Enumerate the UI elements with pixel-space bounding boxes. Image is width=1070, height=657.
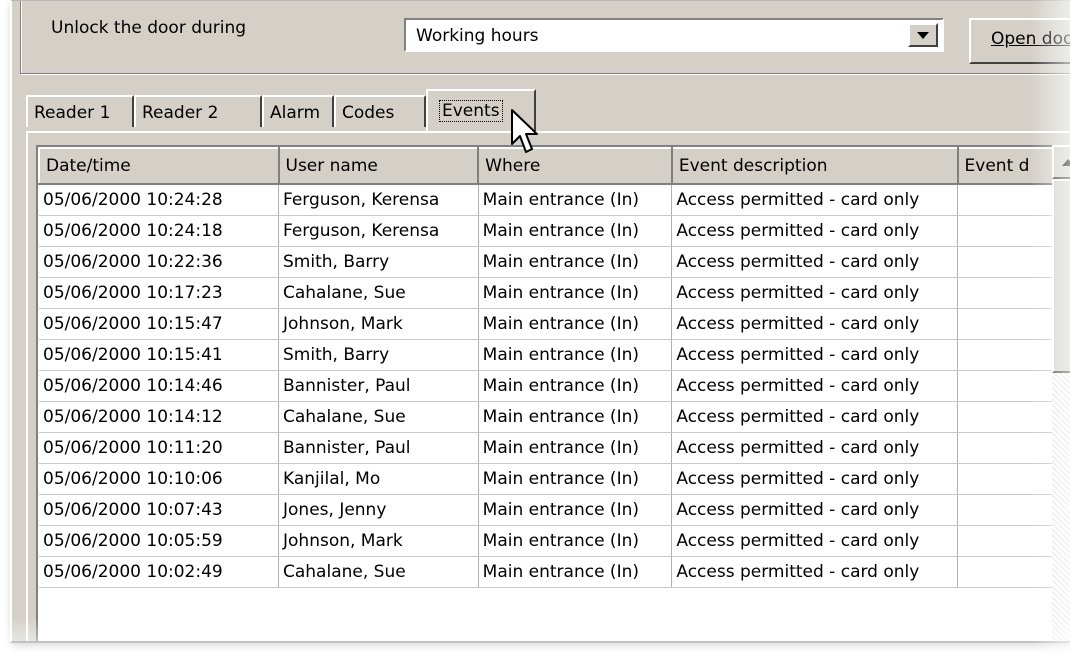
cell-user-name: Jones, Jenny [278,494,479,526]
scroll-up-button[interactable] [1052,145,1070,179]
table-row[interactable]: 05/06/2000 10:24:18 Ferguson, Kerensa Main… [39,215,1070,247]
cell-where: Main entrance (In) [478,401,673,433]
cell-datetime: 05/06/2000 10:07:43 [39,494,279,526]
cell-user-name: Bannister, Paul [278,370,479,402]
cell-event-description: Access permitted - card only [671,525,959,557]
cell-datetime: 05/06/2000 10:15:41 [39,339,279,371]
cell-datetime: 05/06/2000 10:24:28 [39,184,279,216]
cell-datetime: 05/06/2000 10:22:36 [39,246,279,278]
cell-datetime: 05/06/2000 10:11:20 [39,432,279,464]
cell-event-description: Access permitted - card only [671,463,959,495]
tab-label: Alarm [270,103,321,123]
tab-reader-2[interactable]: Reader 2 [134,95,262,127]
scroll-thumb[interactable] [1052,179,1070,373]
cell-datetime: 05/06/2000 10:05:59 [39,525,279,557]
cell-where: Main entrance (In) [478,308,673,340]
cell-datetime: 05/06/2000 10:14:12 [39,401,279,433]
cell-where: Main entrance (In) [478,494,673,526]
table-row[interactable]: 05/06/2000 10:22:36 Smith, Barry Main entr… [39,246,1070,278]
cell-event-description: Access permitted - card only [671,277,959,309]
scroll-up-arrow-icon [1062,158,1070,166]
tab-alarm[interactable]: Alarm [262,95,334,127]
column-header-event-description[interactable]: Event description [670,147,959,185]
cell-event-description: Access permitted - card only [671,556,959,588]
cell-datetime: 05/06/2000 10:24:18 [39,215,279,247]
events-table: Date/time User name Where Event descript… [38,147,1070,588]
table-row[interactable]: 05/06/2000 10:10:06 Kanjilal, Mo Main entr… [39,463,1070,495]
table-row[interactable]: 05/06/2000 10:15:41 Smith, Barry Main entr… [39,339,1070,371]
cell-user-name: Bannister, Paul [278,432,479,464]
cell-user-name: Kanjilal, Mo [278,463,479,495]
cell-event-description: Access permitted - card only [671,308,959,340]
column-header-user-name[interactable]: User name [277,147,480,185]
cell-event-description: Access permitted - card only [671,401,959,433]
open-door-button[interactable]: Open doo [969,18,1070,64]
events-grid[interactable]: Date/time User name Where Event descript… [36,145,1070,641]
cell-event-description: Access permitted - card only [671,370,959,402]
table-row[interactable]: 05/06/2000 10:02:49 Cahalane, Sue Main ent… [39,556,1070,588]
cell-where: Main entrance (In) [478,246,673,278]
cell-user-name: Ferguson, Kerensa [278,215,479,247]
cell-event-description: Access permitted - card only [671,215,959,247]
table-row[interactable]: 05/06/2000 10:14:46 Bannister, Paul Main e… [39,370,1070,402]
cell-where: Main entrance (In) [478,339,673,371]
tab-codes[interactable]: Codes [334,95,426,127]
column-header-datetime[interactable]: Date/time [38,147,280,185]
cell-user-name: Cahalane, Sue [278,556,479,588]
cell-event-description: Access permitted - card only [671,494,959,526]
vertical-scrollbar[interactable] [1052,145,1070,641]
unlock-groupbox: Unlock the door during Working hours Ope… [20,1,1070,74]
cell-where: Main entrance (In) [478,432,673,464]
cell-user-name: Cahalane, Sue [278,401,479,433]
mouse-pointer-icon [511,109,538,153]
column-header-where[interactable]: Where [477,147,673,185]
tab-label: Events [439,100,503,122]
cell-event-description: Access permitted - card only [671,184,959,216]
cell-where: Main entrance (In) [478,463,673,495]
tab-reader-1[interactable]: Reader 1 [26,95,134,127]
table-row[interactable]: 05/06/2000 10:17:23 Cahalane, Sue Main ent… [39,277,1070,309]
tab-label: Reader 2 [142,103,219,123]
table-row[interactable]: 05/06/2000 10:14:12 Cahalane, Sue Main ent… [39,401,1070,433]
cell-user-name: Cahalane, Sue [278,277,479,309]
cell-user-name: Ferguson, Kerensa [278,184,479,216]
cell-event-description: Access permitted - card only [671,246,959,278]
cell-user-name: Smith, Barry [278,246,479,278]
cell-datetime: 05/06/2000 10:17:23 [39,277,279,309]
cell-event-description: Access permitted - card only [671,432,959,464]
unlock-schedule-select[interactable]: Working hours [404,18,944,52]
cell-datetime: 05/06/2000 10:14:46 [39,370,279,402]
cell-user-name: Johnson, Mark [278,308,479,340]
cell-where: Main entrance (In) [478,277,673,309]
dropdown-button[interactable] [908,23,938,47]
tab-label: Reader 1 [34,103,111,123]
cell-where: Main entrance (In) [478,215,673,247]
table-row[interactable]: 05/06/2000 10:05:59 Johnson, Mark Main ent… [39,525,1070,557]
table-row[interactable]: 05/06/2000 10:15:47 Johnson, Mark Main ent… [39,308,1070,340]
unlock-label: Unlock the door during [51,18,247,38]
chevron-down-icon [917,31,929,39]
table-row[interactable]: 05/06/2000 10:11:20 Bannister, Paul Main e… [39,432,1070,464]
cell-event-description: Access permitted - card only [671,339,959,371]
cell-where: Main entrance (In) [478,525,673,557]
tab-label: Codes [342,103,395,123]
open-door-label: Open doo [991,29,1070,49]
cell-user-name: Johnson, Mark [278,525,479,557]
cell-user-name: Smith, Barry [278,339,479,371]
cell-where: Main entrance (In) [478,556,673,588]
cell-datetime: 05/06/2000 10:10:06 [39,463,279,495]
table-row[interactable]: 05/06/2000 10:07:43 Jones, Jenny Main entr… [39,494,1070,526]
unlock-schedule-value: Working hours [416,26,539,46]
header-row: Date/time User name Where Event descript… [38,147,1070,185]
cell-datetime: 05/06/2000 10:02:49 [39,556,279,588]
cell-where: Main entrance (In) [478,370,673,402]
cell-where: Main entrance (In) [478,184,673,216]
table-row[interactable]: 05/06/2000 10:24:28 Ferguson, Kerensa Main… [39,184,1070,216]
door-settings-panel: Unlock the door during Working hours Ope… [10,0,1070,643]
cell-datetime: 05/06/2000 10:15:47 [39,308,279,340]
